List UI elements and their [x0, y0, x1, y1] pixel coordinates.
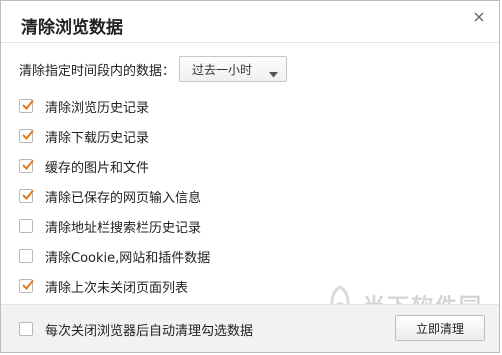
option-checkbox[interactable] [19, 129, 34, 143]
title-divider [1, 42, 499, 43]
clear-browsing-data-dialog: 清除浏览数据 清除指定时间段内的数据： 过去一小时 清除浏览历史记录 清除下载历史… [0, 0, 500, 353]
option-label: 清除浏览历史记录 [45, 100, 150, 116]
option-checkbox[interactable] [19, 219, 33, 233]
auto-clear-checkbox[interactable] [19, 322, 33, 336]
checkmark-icon [22, 279, 34, 290]
dialog-footer: 每次关闭浏览器后自动清理勾选数据 立即清理 [1, 304, 499, 352]
option-label: 缓存的图片和文件 [45, 160, 150, 176]
option-checkbox[interactable] [19, 99, 34, 113]
auto-clear-option[interactable]: 每次关闭浏览器后自动清理勾选数据 [19, 314, 253, 344]
clear-option[interactable]: 清除已保存的网页输入信息 [19, 181, 210, 211]
option-checkbox[interactable] [19, 279, 34, 293]
option-label: 清除下载历史记录 [45, 130, 150, 146]
dialog-title: 清除浏览数据 [21, 18, 123, 38]
clear-option[interactable]: 清除下载历史记录 [19, 121, 210, 151]
option-checkbox[interactable] [19, 159, 34, 173]
option-checkbox[interactable] [19, 249, 33, 263]
time-range-row: 清除指定时间段内的数据： 过去一小时 [19, 56, 288, 82]
clear-now-button[interactable]: 立即清理 [395, 315, 485, 341]
auto-clear-label: 每次关闭浏览器后自动清理勾选数据 [45, 323, 254, 339]
checkmark-icon [22, 129, 34, 140]
option-label: 清除Cookie,网站和插件数据 [45, 250, 211, 266]
option-label: 清除地址栏搜索栏历史记录 [45, 220, 202, 236]
clear-option[interactable]: 清除浏览历史记录 [19, 91, 210, 121]
close-icon[interactable] [471, 9, 487, 25]
time-range-selected: 过去一小时 [192, 62, 253, 77]
time-range-label: 清除指定时间段内的数据： [19, 63, 176, 79]
option-label: 清除上次未关闭页面列表 [45, 280, 189, 296]
option-checkbox[interactable] [19, 189, 34, 203]
time-range-select[interactable]: 过去一小时 [179, 56, 288, 82]
clear-option[interactable]: 缓存的图片和文件 [19, 151, 210, 181]
checkmark-icon [22, 189, 34, 200]
checkmark-icon [22, 159, 34, 170]
clear-option[interactable]: 清除Cookie,网站和插件数据 [19, 241, 210, 271]
chevron-down-icon [269, 67, 279, 81]
clear-option[interactable]: 清除地址栏搜索栏历史记录 [19, 211, 210, 241]
clear-option[interactable]: 清除上次未关闭页面列表 [19, 271, 210, 301]
checkmark-icon [22, 99, 34, 110]
option-label: 清除已保存的网页输入信息 [45, 190, 202, 206]
clear-options-list: 清除浏览历史记录 清除下载历史记录 缓存的图片和文件清除已保存的网页输入信息 清除地址… [19, 91, 210, 301]
